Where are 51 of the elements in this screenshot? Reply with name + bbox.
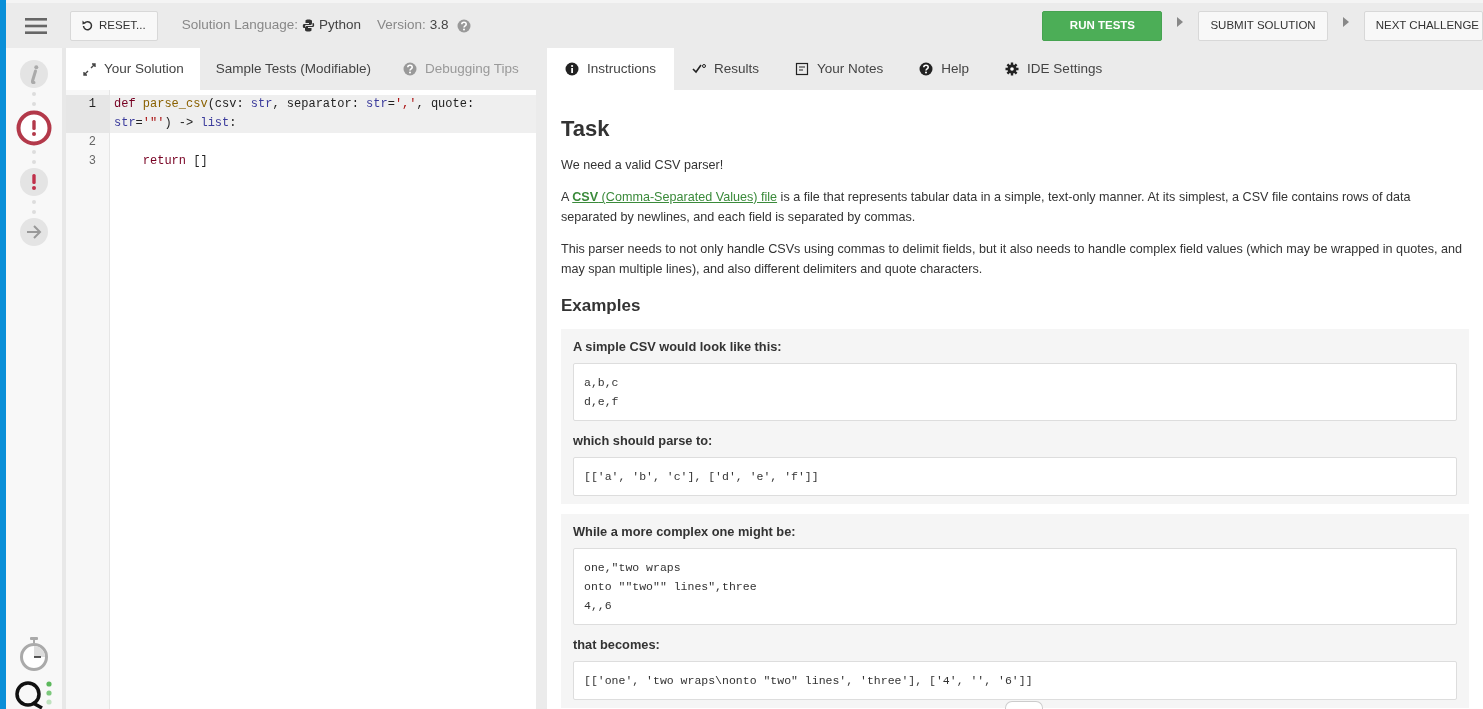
caret-icon [1342,16,1349,27]
menu-icon[interactable] [25,16,47,35]
paragraph: This parser needs to not only handle CSVs using commas to delimit fields, but it also needs to handle complex field values (which may be wrapped in quotes, and may span multiple lines), and also different delimiters and quote characters. [561,241,1463,278]
panel-tab[interactable]: IDE Settings [987,48,1121,90]
resize-handle[interactable] [1005,701,1043,709]
python-icon [302,19,315,32]
paragraph: A CSV (Comma-Separated Values) file is a file that represents tabular data in a simple, text-only manner. At its simplest, a CSV file contains rows of data separated by newlines, and each field is separated by commas. [561,189,1412,226]
example-label: While a more complex one might be: [573,522,797,541]
error-step-icon[interactable] [16,110,52,146]
info-icon [565,62,579,76]
logo-icon [14,679,54,709]
code-block: [['one', 'two wraps\nonto "two" lines', 'three'], ['4', '', '6']] [573,661,1457,701]
line-number: 3 [87,153,97,170]
language-label: Solution Language: [181,16,298,35]
example-label: that becomes: [573,636,661,655]
examples-heading: Examples [561,295,642,317]
reset-icon [82,20,93,31]
version-value: 3.8 [429,16,449,35]
expand-icon [82,62,96,76]
panel-tab[interactable]: Your Notes [777,48,902,90]
panel-tab[interactable]: Results [674,48,778,90]
help-icon [402,62,417,76]
check-icon [692,62,707,76]
example-label: A simple CSV would look like this: [573,337,783,356]
editor-tab[interactable]: Your Solution [66,48,200,90]
code-block: one,"two wraps onto ""two"" lines",three 4,,6 [573,548,1457,626]
error-step-icon[interactable] [20,168,48,196]
help-icon [919,62,934,76]
version-label: Version: [377,16,426,35]
paragraph: We need a valid CSV parser! [561,157,725,174]
help-icon [456,18,471,33]
code-line: return [] [141,153,209,170]
arrow-step-icon[interactable] [20,218,48,246]
code-block: [['a', 'b', 'c'], ['d', 'e', 'f']] [573,456,1457,496]
code-block: a,b,c d,e,f [573,362,1457,421]
panel-tab[interactable]: Instructions [547,48,675,90]
action-button[interactable]: SUBMIT SOLUTION [1198,10,1328,41]
csv-link[interactable]: CSV (Comma-Separated Values) file [572,190,778,204]
panel-tab[interactable]: Help [901,48,988,90]
example-label: which should parse to: [573,431,714,450]
line-number: 2 [87,134,97,151]
settings-icon [1005,62,1020,76]
task-heading: Task [561,115,611,143]
language-value: Python [319,16,362,35]
caret-icon [1177,16,1184,27]
action-button[interactable]: NEXT CHALLENGE [1363,10,1483,41]
line-number: 1 [66,95,109,133]
editor-tab[interactable]: Sample Tests (Modifiable) [199,48,387,90]
note-icon [795,62,810,76]
reset-button[interactable]: RESET... [70,10,158,41]
stopwatch-icon [19,637,49,671]
